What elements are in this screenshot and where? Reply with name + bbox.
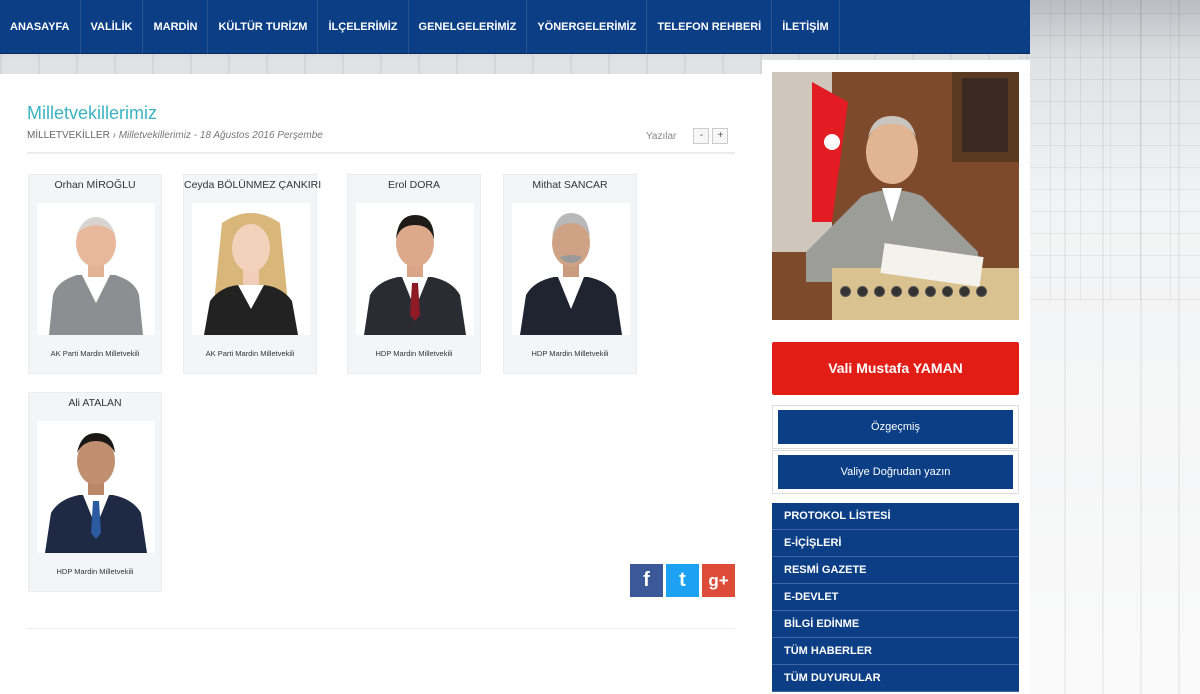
sidebar-link-resmi-gazete[interactable]: RESMİ GAZETE — [772, 557, 1019, 584]
sidebar-link-e-devlet[interactable]: E-DEVLET — [772, 584, 1019, 611]
deputy-party: AK Parti Mardin Milletvekili — [205, 349, 295, 358]
font-size-tools: Yazılar - + — [646, 128, 729, 144]
deputy-name: Erol DORA — [388, 179, 440, 191]
slideshow-dot[interactable] — [908, 286, 919, 297]
deputy-card[interactable]: Ali ATALAN HDP Mardin Milletvekili — [28, 392, 162, 592]
deputy-name: Ali ATALAN — [68, 397, 122, 409]
slideshow-dot[interactable] — [942, 286, 953, 297]
deputy-party: AK Parti Mardin Milletvekili — [50, 349, 140, 358]
write-governor-box: Valiye Doğrudan yazın — [772, 450, 1019, 494]
main-content: Milletvekillerimiz MİLLETVEKİLLER › Mill… — [0, 74, 762, 694]
divider — [27, 628, 735, 629]
nav-item-anasayfa[interactable]: ANASAYFA — [0, 0, 81, 54]
deputy-photo — [512, 203, 630, 335]
slideshow-dot[interactable] — [976, 286, 987, 297]
sidebar-link-protokol[interactable]: PROTOKOL LİSTESİ — [772, 503, 1019, 530]
facebook-share-button[interactable]: f — [630, 564, 663, 597]
governor-button[interactable]: Vali Mustafa YAMAN — [772, 342, 1019, 395]
googleplus-share-button[interactable]: g+ — [702, 564, 735, 597]
deputy-photo — [37, 203, 155, 335]
sidebar-link-list: PROTOKOL LİSTESİ E-İÇİŞLERİ RESMİ GAZETE… — [772, 503, 1019, 692]
sidebar-link-bilgi-edinme[interactable]: BİLGİ EDİNME — [772, 611, 1019, 638]
font-increase-button[interactable]: + — [712, 128, 729, 144]
deputy-name: Orhan MİROĞLU — [54, 179, 136, 191]
slideshow-dot[interactable] — [840, 286, 851, 297]
divider — [27, 152, 735, 154]
deputy-photo — [192, 203, 310, 335]
deputy-photo — [37, 421, 155, 553]
nav-item-mardin[interactable]: MARDİN — [143, 0, 209, 54]
slideshow-dot[interactable] — [925, 286, 936, 297]
nav-item-kultur-turizm[interactable]: KÜLTÜR TURİZM — [208, 0, 319, 54]
nav-item-ilcelerimiz[interactable]: İLÇELERİMİZ — [318, 0, 409, 54]
page-title: Milletvekillerimiz — [27, 103, 158, 123]
slideshow-dot[interactable] — [959, 286, 970, 297]
deputy-card[interactable]: Mithat SANCAR HDP Mardin Milletvekili — [503, 174, 637, 374]
deputy-party: HDP Mardin Milletvekili — [375, 349, 453, 358]
deputy-party: HDP Mardin Milletvekili — [56, 567, 134, 576]
write-governor-button[interactable]: Valiye Doğrudan yazın — [778, 455, 1013, 489]
twitter-share-button[interactable]: t — [666, 564, 699, 597]
nav-item-valilik[interactable]: VALİLİK — [81, 0, 144, 54]
slideshow-dot[interactable] — [891, 286, 902, 297]
slideshow-dot[interactable] — [857, 286, 868, 297]
deputy-name: Mithat SANCAR — [532, 179, 608, 191]
font-size-label: Yazılar — [646, 130, 677, 142]
sidebar-link-tum-haberler[interactable]: TÜM HABERLER — [772, 638, 1019, 665]
breadcrumb: MİLLETVEKİLLER › Milletvekillerimiz - 18… — [27, 130, 323, 141]
deputy-photo — [356, 203, 474, 335]
slideshow-dot[interactable] — [874, 286, 885, 297]
nav-item-yonergelerimiz[interactable]: YÖNERGELERİMİZ — [527, 0, 648, 54]
breadcrumb-section[interactable]: MİLLETVEKİLLER — [27, 130, 110, 141]
nav-item-iletisim[interactable]: İLETİŞİM — [772, 0, 840, 54]
sidebar-link-e-icisleri[interactable]: E-İÇİŞLERİ — [772, 530, 1019, 557]
nav-item-genelgelerimiz[interactable]: GENELGELERİMİZ — [409, 0, 528, 54]
deputy-card[interactable]: Orhan MİROĞLU AK Parti Mardin Milletveki… — [28, 174, 162, 374]
sidebar-link-tum-duyurular[interactable]: TÜM DUYURULAR — [772, 665, 1019, 692]
deputy-name: Ceyda BÖLÜNMEZ ÇANKIRI — [184, 179, 322, 191]
deputy-card[interactable]: Erol DORA HDP Mardin Milletvekili — [347, 174, 481, 374]
cv-box: Özgeçmiş — [772, 405, 1019, 449]
governor-slideshow-image[interactable] — [772, 72, 1019, 320]
deputy-party: HDP Mardin Milletvekili — [531, 349, 609, 358]
nav-item-telefon-rehberi[interactable]: TELEFON REHBERİ — [647, 0, 773, 54]
font-decrease-button[interactable]: - — [693, 128, 710, 144]
breadcrumb-rest: › Milletvekillerimiz - 18 Ağustos 2016 P… — [109, 130, 323, 141]
main-nav: ANASAYFA VALİLİK MARDİN KÜLTÜR TURİZM İL… — [0, 0, 1030, 54]
deputy-card[interactable]: Ceyda BÖLÜNMEZ ÇANKIRI AK Parti Mardin M… — [183, 174, 322, 374]
background-building-sketch — [1020, 0, 1200, 300]
slideshow-pagination — [840, 286, 993, 297]
cv-button[interactable]: Özgeçmiş — [778, 410, 1013, 444]
sidebar: Vali Mustafa YAMAN Özgeçmiş Valiye Doğru… — [762, 60, 1030, 694]
